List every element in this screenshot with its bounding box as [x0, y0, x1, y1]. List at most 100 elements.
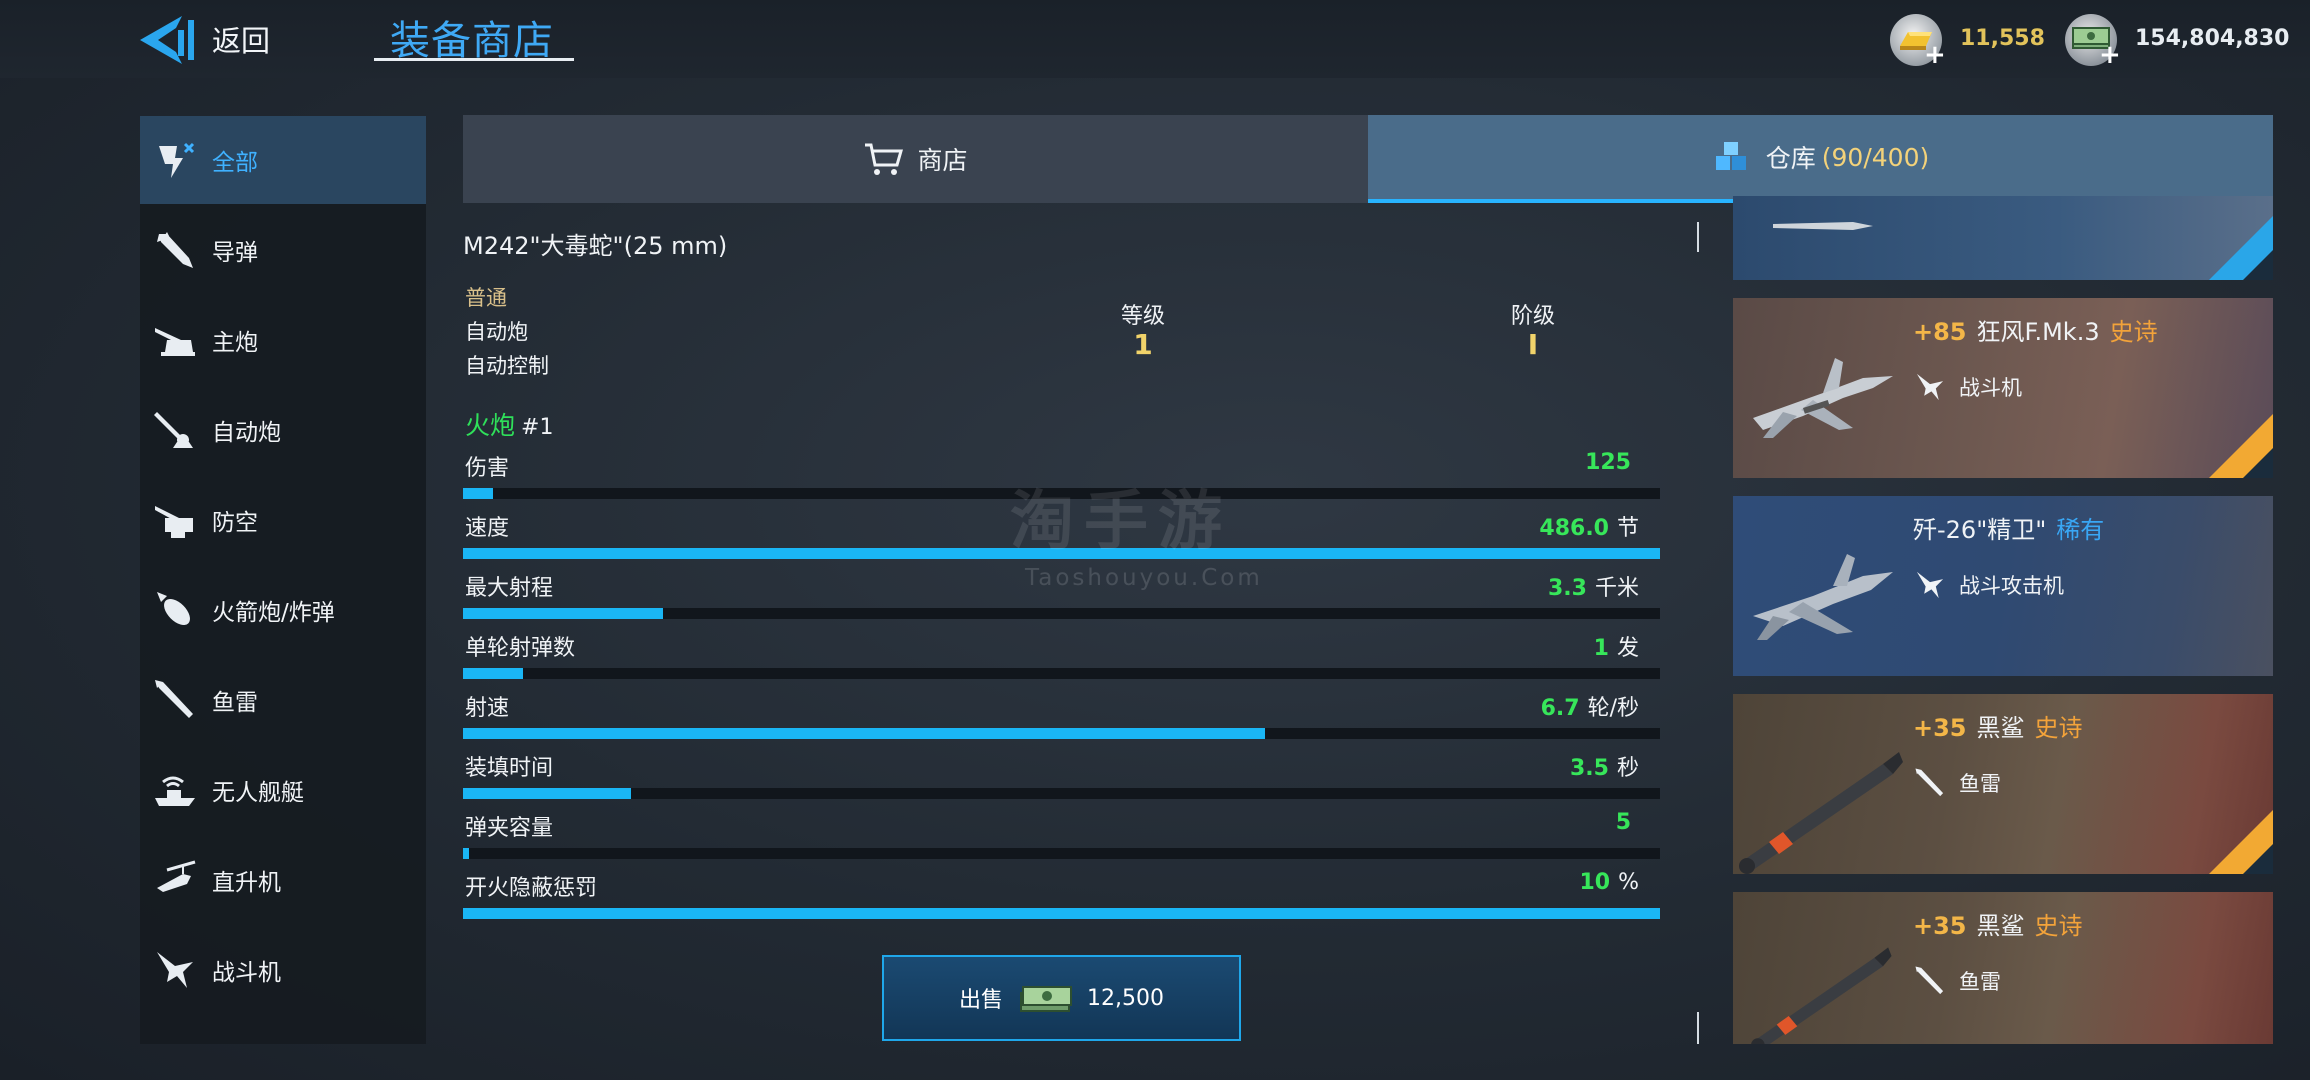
sidebar-item-label: 导弹	[212, 240, 258, 266]
item-name: 狂风F.Mk.3	[1976, 318, 2100, 346]
missile-icon	[152, 227, 198, 273]
stat-value: 125	[1585, 450, 1631, 475]
sidebar-item-label: 鱼雷	[212, 690, 258, 716]
type-label: 鱼雷	[1959, 772, 2001, 796]
stat-bar-fill	[463, 608, 663, 619]
inventory-card[interactable]	[1733, 196, 2273, 280]
weapon-type: 自动炮	[465, 320, 528, 344]
sidebar-item-label: 防空	[212, 510, 258, 536]
sidebar-item-torpedo[interactable]: 鱼雷	[140, 656, 426, 744]
tab-storage-label: 仓库	[1765, 144, 1816, 173]
sell-price: 12,500	[1087, 985, 1164, 1011]
boxes-icon	[1712, 138, 1752, 176]
sell-button[interactable]: 出售 12,500	[882, 955, 1241, 1041]
level-value: 1	[1133, 328, 1153, 361]
card-type: 战斗攻击机	[1913, 568, 2064, 602]
equipment-name: M242"大毒蛇"(25 mm)	[463, 232, 728, 260]
cart-icon	[863, 141, 904, 177]
stat-row: 装填时间 3.5 秒	[463, 750, 1663, 810]
bonus-value: +85	[1913, 318, 1967, 346]
stage-label: 阶级	[1510, 304, 1555, 329]
top-bar: 返回 装备商店 + 11,558 + 154,804,830	[0, 0, 2310, 78]
title-underline	[374, 58, 574, 61]
section-name: 火炮	[465, 411, 516, 440]
sidebar-item-main-gun[interactable]: 主炮	[140, 296, 426, 384]
cash-stack-icon	[1020, 986, 1073, 1012]
rarity-label: 普通	[465, 286, 507, 310]
stat-row: 弹夹容量 5	[463, 810, 1663, 870]
bonus-value: +35	[1913, 714, 1967, 742]
card-corner-mark-inner	[2243, 448, 2273, 478]
type-label: 鱼雷	[1959, 970, 2001, 994]
rarity-epic: 史诗	[2109, 318, 2158, 346]
inventory-card[interactable]: +35 黑鲨 史诗 鱼雷	[1733, 694, 2273, 874]
sidebar-item-autocannon[interactable]: 自动炮	[140, 386, 426, 474]
torpedo-thumbnail	[1751, 947, 1892, 1044]
rocket-bomb-icon	[152, 587, 198, 633]
torpedo-icon	[1913, 766, 1947, 800]
stat-label: 射速	[465, 696, 510, 721]
inventory-card[interactable]: +35 黑鲨 史诗 鱼雷	[1733, 892, 2273, 1044]
section-number: #1	[521, 415, 554, 440]
divider-top	[1697, 222, 1699, 252]
sidebar-item-label: 直升机	[212, 870, 281, 896]
equipment-shop-screen: 返回 装备商店 + 11,558 + 154,804,830 全部 导弹 主炮 …	[0, 0, 2310, 1080]
inventory-card[interactable]: +85 狂风F.Mk.3 史诗 战斗机	[1733, 298, 2273, 478]
stat-row: 开火隐蔽惩罚 10%	[463, 870, 1663, 930]
level-label: 等级	[1120, 304, 1165, 329]
stage-value: I	[1527, 328, 1539, 361]
watermark: 淘手游	[1010, 485, 1232, 559]
stat-value: 486.0 节	[1539, 516, 1639, 541]
inventory-card[interactable]: 歼-26"精卫" 稀有 战斗攻击机	[1733, 496, 2273, 676]
helicopter-icon	[152, 857, 198, 903]
back-logo-icon[interactable]	[138, 14, 198, 66]
stat-bar	[463, 788, 1660, 799]
equipment-detail: M242"大毒蛇"(25 mm) 普通 自动炮 自动控制 等级 1 阶级 I 火…	[463, 220, 1663, 1050]
type-label: 战斗攻击机	[1959, 574, 2064, 598]
sidebar-item-anti-air[interactable]: 防空	[140, 476, 426, 564]
card-type: 鱼雷	[1913, 964, 2001, 998]
sidebar-item-label: 全部	[212, 150, 258, 176]
tab-shop[interactable]: 商店	[463, 115, 1368, 203]
sidebar-item-all[interactable]: 全部	[140, 116, 426, 204]
sidebar-item-helicopter[interactable]: 直升机	[140, 836, 426, 924]
stat-value: 1发	[1593, 636, 1639, 661]
stat-row: 射速 6.7 轮/秒	[463, 690, 1663, 750]
sidebar-item-rocket-bomb[interactable]: 火箭炮/炸弹	[140, 566, 426, 654]
back-button[interactable]: 返回	[212, 18, 270, 60]
stat-label: 弹夹容量	[465, 816, 554, 841]
sidebar-item-label: 主炮	[212, 330, 258, 356]
add-gold-icon[interactable]: +	[1924, 42, 1946, 68]
storage-count: (90/400)	[1821, 142, 1930, 172]
card-title: +35 黑鲨 史诗	[1913, 708, 2083, 743]
divider-bottom	[1697, 1012, 1699, 1044]
control-type: 自动控制	[465, 354, 549, 378]
card-title: 歼-26"精卫" 稀有	[1913, 510, 2104, 545]
tornado-jet-thumbnail	[1753, 358, 1893, 438]
stat-label: 装填时间	[465, 756, 554, 781]
stat-bar-fill	[463, 488, 493, 499]
watermark-url: Taoshouyou.Com	[1025, 565, 1263, 591]
drone-boat-icon	[152, 767, 198, 813]
weapon-section-header: 火炮 #1	[465, 406, 553, 442]
sidebar-item-label: 火箭炮/炸弹	[212, 600, 335, 626]
sidebar-item-drone-boat[interactable]: 无人舰艇	[140, 746, 426, 834]
stat-bar-fill	[463, 728, 1265, 739]
stat-label: 单轮射弹数	[465, 636, 576, 661]
item-name: 黑鲨	[1976, 714, 2025, 742]
card-title: +85 狂风F.Mk.3 史诗	[1913, 312, 2158, 347]
stat-label: 最大射程	[465, 576, 554, 601]
stat-value: 3.5 秒	[1570, 756, 1639, 781]
sidebar-item-fighter[interactable]: 战斗机	[140, 926, 426, 1014]
category-sidebar: 全部 导弹 主炮 自动炮 防空 火箭炮/炸弹 鱼雷 无人舰艇 直升机 战斗机	[140, 116, 426, 1044]
type-label: 战斗机	[1959, 376, 2022, 400]
stat-bar	[463, 728, 1660, 739]
sidebar-item-missile[interactable]: 导弹	[140, 206, 426, 294]
add-cash-icon[interactable]: +	[2099, 42, 2121, 68]
card-corner-mark-inner	[2243, 250, 2273, 280]
tab-storage[interactable]: 仓库 (90/400)	[1368, 115, 2273, 203]
sidebar-item-label: 无人舰艇	[212, 780, 304, 806]
stat-label: 伤害	[465, 456, 510, 481]
torpedo-icon	[1913, 964, 1947, 998]
item-name: 黑鲨	[1976, 912, 2025, 940]
